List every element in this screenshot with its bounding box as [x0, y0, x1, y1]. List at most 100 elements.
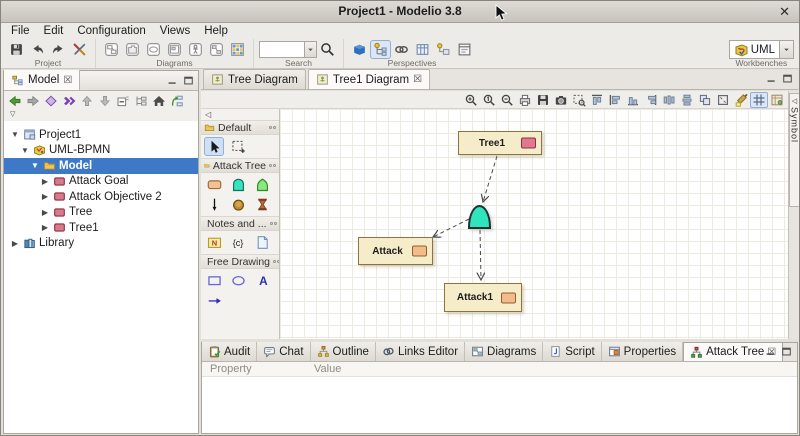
tree-item-attack-objective-2[interactable]: ▶ Attack Objective 2	[4, 189, 198, 205]
perspective-hierarchy-button[interactable]	[433, 40, 454, 59]
tree-item-attack-goal[interactable]: ▶ Attack Goal	[4, 174, 198, 190]
expand-arrow-icon[interactable]: ▶	[40, 208, 50, 217]
bottom-panel-maximize-button[interactable]	[781, 346, 792, 357]
bottom-tab-properties[interactable]: Properties	[601, 342, 684, 361]
model-tab-close-icon[interactable]: ☒	[63, 75, 72, 86]
bottom-tab-links-editor[interactable]: Links Editor	[375, 342, 466, 361]
editor-panel-minimize-button[interactable]	[766, 73, 777, 84]
workbench-dropdown-button[interactable]	[780, 40, 794, 59]
or-gate-tool[interactable]	[252, 175, 272, 194]
constraint-tool[interactable]: {c}	[228, 233, 248, 252]
tree-item-model[interactable]: ▼ Model	[4, 158, 198, 174]
symbol-view-tab[interactable]: ◁ Symbol	[789, 93, 799, 207]
bottom-tab-diagrams[interactable]: Diagrams	[465, 342, 544, 361]
node-tree1[interactable]: Tree1	[458, 131, 542, 155]
save-diagram-button[interactable]	[534, 92, 552, 108]
print-button[interactable]	[516, 92, 534, 108]
bottom-tab-script[interactable]: Script	[543, 342, 602, 361]
distribute-v-button[interactable]	[678, 92, 696, 108]
menu-edit[interactable]: Edit	[37, 23, 71, 39]
hourglass-tool[interactable]	[252, 195, 272, 214]
diagram-actor-button[interactable]	[185, 40, 206, 59]
model-panel-maximize-button[interactable]	[183, 75, 194, 86]
attack-node-tool[interactable]	[204, 175, 224, 194]
node-attack1[interactable]: Attack1	[444, 283, 522, 312]
align-top-button[interactable]	[588, 92, 606, 108]
perspective-model-button[interactable]	[349, 40, 370, 59]
palette-group-default[interactable]: Default	[201, 120, 279, 135]
expand-arrow-icon[interactable]: ▶	[40, 223, 50, 232]
format-painter-button[interactable]	[732, 92, 750, 108]
document-tool[interactable]	[252, 233, 272, 252]
configure-button[interactable]	[69, 40, 90, 59]
expand-arrow-icon[interactable]: ▶	[40, 177, 50, 186]
show-grid-button[interactable]	[750, 91, 768, 108]
menu-file[interactable]: File	[4, 23, 37, 39]
model-panel-minimize-button[interactable]	[167, 75, 178, 86]
perspective-tree-button[interactable]	[370, 40, 391, 59]
undo-button[interactable]	[27, 40, 48, 59]
link-with-editor-button[interactable]	[132, 92, 149, 109]
ellipse-tool[interactable]	[228, 271, 248, 290]
refresh-tree-button[interactable]	[168, 92, 185, 109]
tree-item-tree[interactable]: ▶ Tree	[4, 205, 198, 221]
marquee-tool[interactable]	[228, 137, 248, 156]
bottom-panel-minimize-button[interactable]	[765, 346, 776, 357]
palette-pin-icon[interactable]	[269, 164, 276, 167]
view-menu-button[interactable]: ▽	[4, 110, 198, 121]
collapse-arrow-icon[interactable]: ▼	[10, 130, 20, 139]
snapshot-button[interactable]	[552, 92, 570, 108]
perspective-links-button[interactable]	[391, 40, 412, 59]
bottom-tab-audit[interactable]: Audit	[202, 342, 258, 361]
menu-help[interactable]: Help	[197, 23, 235, 39]
diagram-package-button[interactable]	[122, 40, 143, 59]
page-setup-button[interactable]	[768, 92, 786, 108]
workbench-selector[interactable]: UML	[728, 40, 780, 59]
note-tool[interactable]: N	[204, 233, 224, 252]
palette-group-notes-and[interactable]: Notes and ...	[201, 216, 279, 231]
diagram-object-button[interactable]	[206, 40, 227, 59]
same-size-button[interactable]	[696, 92, 714, 108]
diagram-canvas[interactable]: Tree1 Attack Attack1	[280, 109, 789, 339]
search-button[interactable]	[317, 40, 338, 59]
perspective-table-button[interactable]	[412, 40, 433, 59]
editor-tab-tree1-diagram[interactable]: Tree1 Diagram ☒	[307, 69, 431, 89]
expand-arrow-icon[interactable]: ▶	[10, 239, 20, 248]
zoom-selection-button[interactable]	[570, 92, 588, 108]
collapse-arrow-icon[interactable]: ▼	[20, 146, 30, 155]
menu-views[interactable]: Views	[153, 23, 197, 39]
search-history-dropdown[interactable]	[305, 41, 317, 58]
move-up-button[interactable]	[78, 92, 95, 109]
expand-arrow-icon[interactable]: ▶	[40, 192, 50, 201]
diagram-class-button[interactable]	[101, 40, 122, 59]
align-left-button[interactable]	[606, 92, 624, 108]
bottom-tab-outline[interactable]: Outline	[310, 342, 376, 361]
nav-forward-button[interactable]	[24, 92, 41, 109]
and-gate-tool[interactable]	[228, 175, 248, 194]
editor-tab-close-icon[interactable]: ☒	[413, 74, 422, 85]
related-back-button[interactable]	[42, 92, 59, 109]
redo-button[interactable]	[48, 40, 69, 59]
collapse-all-button[interactable]	[114, 92, 131, 109]
bottom-tab-chat[interactable]: Chat	[257, 342, 311, 361]
move-down-button[interactable]	[96, 92, 113, 109]
related-forward-button[interactable]	[60, 92, 77, 109]
tree-item-uml-bpmn[interactable]: ▼ UML-BPMN	[4, 143, 198, 159]
line-tool[interactable]	[204, 291, 224, 310]
editor-panel-maximize-button[interactable]	[782, 73, 793, 84]
diagram-usecase-button[interactable]	[143, 40, 164, 59]
distribute-h-button[interactable]	[660, 92, 678, 108]
tab-model[interactable]: Model ☒	[4, 70, 81, 90]
diagram-matrix-button[interactable]	[227, 40, 248, 59]
zoom-in-button[interactable]	[462, 92, 480, 108]
palette-pin-icon[interactable]	[269, 126, 276, 129]
select-tool[interactable]	[204, 137, 224, 156]
perspective-dialog-button[interactable]	[454, 40, 475, 59]
node-attack[interactable]: Attack	[358, 237, 433, 265]
nav-back-button[interactable]	[6, 92, 23, 109]
fit-button[interactable]	[714, 92, 732, 108]
tree-item-project1[interactable]: ▼ Project1	[4, 127, 198, 143]
tree-item-tree1[interactable]: ▶ Tree1	[4, 220, 198, 236]
palette-collapse-button[interactable]: ◁	[201, 109, 279, 120]
window-close-button[interactable]: ✕	[779, 1, 790, 22]
